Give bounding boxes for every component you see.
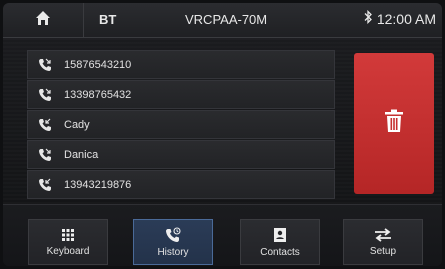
contacts-icon xyxy=(274,227,286,242)
call-history-item[interactable]: 13943219876 xyxy=(27,170,335,199)
tab-keyboard-label: Keyboard xyxy=(46,245,90,257)
clock: 12:00 AM xyxy=(376,10,436,27)
bottom-nav: Keyboard History Contacts Setup xyxy=(3,204,442,266)
call-history-label: 13398765432 xyxy=(64,88,132,101)
keypad-icon xyxy=(62,228,74,241)
call-history-label: Cady xyxy=(64,118,90,131)
tab-setup-label: Setup xyxy=(369,245,397,257)
tab-contacts-label: Contacts xyxy=(260,246,300,258)
call-history-item[interactable]: Danica xyxy=(27,140,335,169)
tab-contacts[interactable]: Contacts xyxy=(240,219,320,265)
call-history-panel: 15876543210 13398765432 Cady Danica 1394… xyxy=(3,38,442,204)
call-icon xyxy=(39,178,51,191)
source-label: BT xyxy=(99,12,117,27)
top-bar: BT VRCPAA-70M 12:00 AM xyxy=(3,3,442,38)
call-icon xyxy=(39,148,51,161)
call-history-item[interactable]: Cady xyxy=(27,110,335,139)
head-unit-screen: BT VRCPAA-70M 12:00 AM 15876543210 13398… xyxy=(3,3,442,266)
tab-keyboard[interactable]: Keyboard xyxy=(28,219,108,265)
status-area: 12:00 AM xyxy=(363,9,436,27)
call-icon xyxy=(39,88,51,101)
transfer-arrows-icon xyxy=(375,227,391,242)
bluetooth-icon xyxy=(363,9,373,27)
call-history-label: Danica xyxy=(64,148,99,161)
device-name: VRCPAA-70M xyxy=(185,12,268,27)
call-history-label: 15876543210 xyxy=(64,58,132,71)
tab-setup[interactable]: Setup xyxy=(343,219,423,265)
tab-history-label: History xyxy=(157,246,189,258)
call-icon xyxy=(39,58,51,71)
tab-history[interactable]: History xyxy=(133,219,213,265)
call-history-item[interactable]: 13398765432 xyxy=(27,80,335,109)
call-icon xyxy=(39,118,51,131)
delete-button[interactable] xyxy=(354,53,434,194)
call-history-list: 15876543210 13398765432 Cady Danica 1394… xyxy=(27,50,335,206)
trash-icon xyxy=(384,109,404,138)
call-history-icon xyxy=(166,226,181,242)
home-button[interactable] xyxy=(3,3,84,37)
call-history-label: 13943219876 xyxy=(64,178,132,191)
home-icon xyxy=(35,10,51,31)
call-history-item[interactable]: 15876543210 xyxy=(27,50,335,79)
